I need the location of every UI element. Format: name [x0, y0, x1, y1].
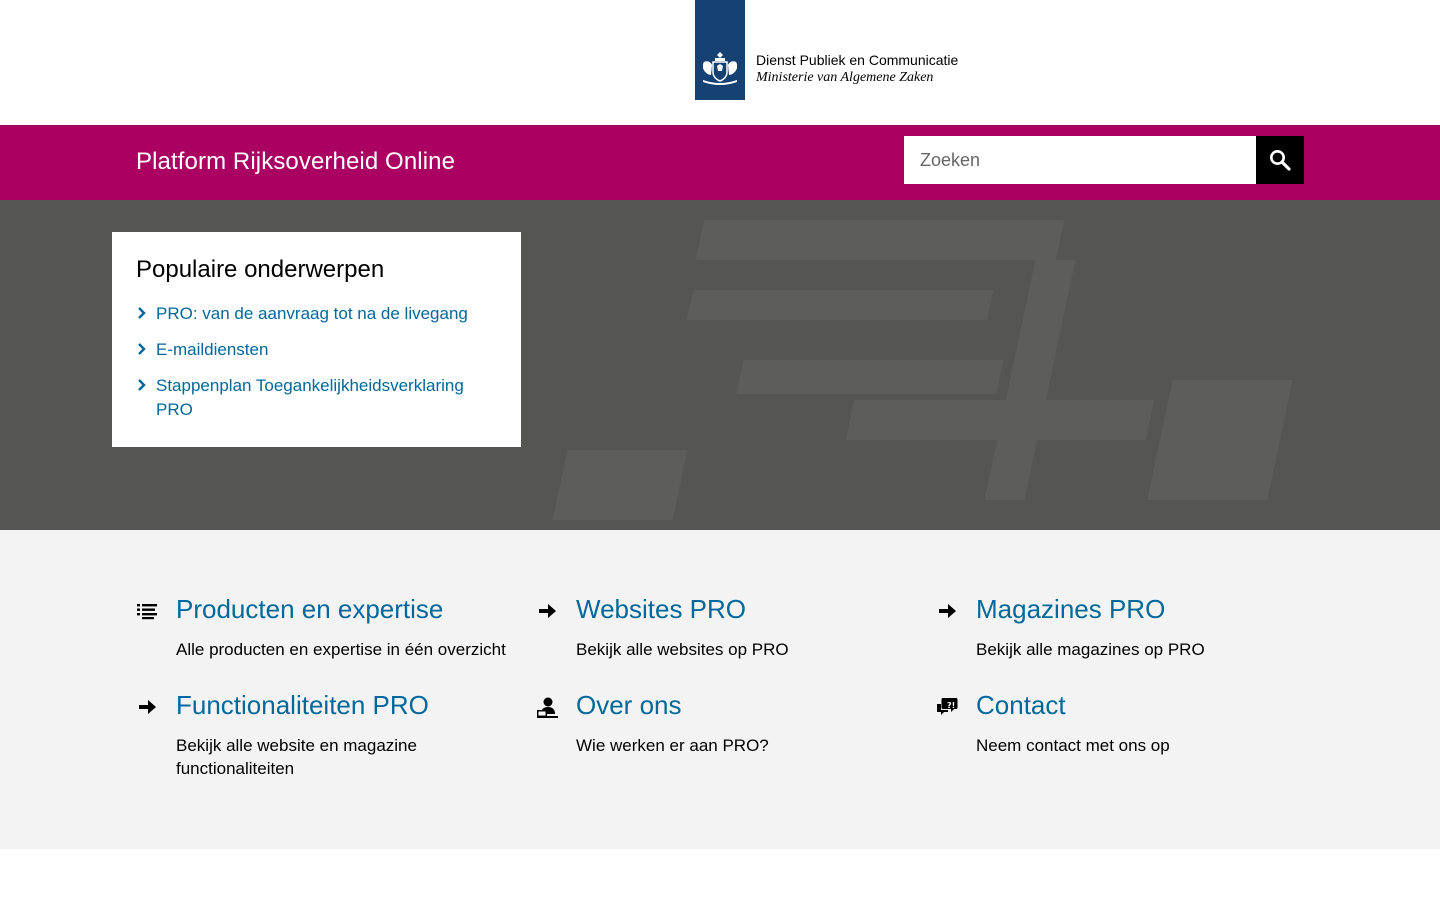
search-input[interactable]: [904, 136, 1256, 184]
svg-text:?!: ?!: [947, 701, 955, 710]
popular-topic-link[interactable]: PRO: van de aanvraag tot na de livegang: [156, 304, 468, 323]
list-item: E-maildiensten: [136, 338, 497, 362]
navigation-tiles: Producten en expertise Alle producten en…: [0, 530, 1440, 849]
popular-topics-heading: Populaire onderwerpen: [136, 256, 385, 283]
tile-title-link[interactable]: Functionaliteiten PRO: [176, 690, 429, 721]
chevron-right-icon: [138, 379, 146, 391]
chevron-right-icon: [138, 343, 146, 355]
tile-description: Wie werken er aan PRO?: [576, 736, 769, 755]
tile-description: Neem contact met ons op: [976, 736, 1170, 755]
list-item: PRO: van de aanvraag tot na de livegang: [136, 302, 497, 326]
tile-title-link[interactable]: Contact: [976, 690, 1066, 721]
arrow-right-icon: [139, 700, 156, 714]
search-icon: [1270, 150, 1291, 171]
speech-bubbles-icon: ?!: [937, 698, 958, 715]
arrow-right-icon: [539, 604, 556, 618]
rijksoverheid-logo[interactable]: [695, 0, 745, 100]
search-button[interactable]: [1256, 136, 1304, 184]
tile-title-link[interactable]: Magazines PRO: [976, 594, 1165, 625]
logo-ministry: Ministerie van Algemene Zaken: [756, 70, 934, 85]
page-bottom: [0, 849, 1440, 900]
logo-header: Dienst Publiek en Communicatie Ministeri…: [0, 0, 1440, 125]
tile-title-link[interactable]: Websites PRO: [576, 594, 746, 625]
logo-organisation: Dienst Publiek en Communicatie: [756, 52, 959, 68]
arrow-right-icon: [939, 604, 956, 618]
tile-description: Alle producten en expertise in één overz…: [176, 640, 506, 659]
tile-title-link[interactable]: Producten en expertise: [176, 594, 443, 625]
person-at-desk-icon: [537, 697, 558, 718]
list-item: Stappenplan Toegankelijkheidsverklaring …: [136, 374, 497, 422]
coat-of-arms-icon: [703, 52, 737, 85]
site-title[interactable]: Platform Rijksoverheid Online: [136, 148, 455, 176]
chevron-right-icon: [138, 307, 146, 319]
popular-topics-list: PRO: van de aanvraag tot na de livegang …: [136, 302, 497, 422]
tile-title-link[interactable]: Over ons: [576, 690, 682, 721]
popular-topics-panel: Populaire onderwerpen PRO: van de aanvra…: [112, 232, 521, 447]
popular-topic-link[interactable]: E-maildiensten: [156, 340, 268, 359]
tile-description: Bekijk alle magazines op PRO: [976, 640, 1205, 659]
tile-description: Bekijk alle website en magazine function…: [176, 736, 417, 778]
logo-text: Dienst Publiek en Communicatie Ministeri…: [756, 51, 958, 87]
popular-topic-link[interactable]: Stappenplan Toegankelijkheidsverklaring …: [156, 376, 464, 419]
list-icon: [137, 604, 157, 620]
tile-description: Bekijk alle websites op PRO: [576, 640, 789, 659]
